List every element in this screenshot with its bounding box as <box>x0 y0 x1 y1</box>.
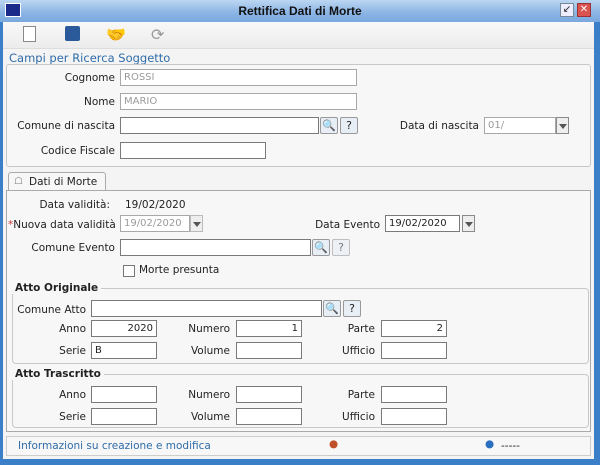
anno-input[interactable] <box>91 386 157 403</box>
parte-input[interactable] <box>381 386 447 403</box>
serie-input[interactable] <box>91 408 157 425</box>
ufficio-input[interactable] <box>381 342 447 359</box>
restore-button[interactable]: ↙ <box>560 3 574 17</box>
window-body: 🤝 ⟳ Campi per Ricerca Soggetto Cognome R… <box>3 22 594 459</box>
ufficio-label: Ufficio <box>342 411 375 423</box>
search-icon[interactable]: 🔍 <box>312 239 330 256</box>
status-bar: Informazioni su creazione e modifica ● ●… <box>6 436 591 456</box>
close-button[interactable]: ✕ <box>577 3 591 17</box>
cognome-label: Cognome <box>64 72 115 84</box>
ufficio-input[interactable] <box>381 408 447 425</box>
atto-originale-title: Atto Originale <box>12 282 102 294</box>
lookup-icon[interactable]: ? <box>340 117 358 134</box>
comune-evento-input[interactable] <box>120 239 311 256</box>
morte-presunta-label: Morte presunta <box>139 264 220 276</box>
new-document-icon[interactable] <box>23 26 36 42</box>
handshake-icon[interactable]: 🤝 <box>106 26 128 44</box>
comune-atto-input[interactable] <box>91 300 322 317</box>
atto-trascritto-title: Atto Trascritto <box>12 368 104 380</box>
comune-nascita-input[interactable] <box>120 117 319 134</box>
anno-label: Anno <box>59 389 86 401</box>
anno-input[interactable]: 2020 <box>91 320 157 337</box>
serie-label: Serie <box>59 345 86 357</box>
volume-input[interactable] <box>236 342 302 359</box>
chevron-down-icon[interactable] <box>190 215 203 232</box>
parte-label: Parte <box>347 389 375 401</box>
modified-by: ----- <box>501 440 520 452</box>
save-icon[interactable] <box>65 26 80 41</box>
search-icon[interactable]: 🔍 <box>320 117 338 134</box>
status-info-link[interactable]: Informazioni su creazione e modifica <box>18 440 211 452</box>
comune-nascita-label: Comune di nascita <box>17 120 115 132</box>
user-info-icon: ● <box>485 438 495 450</box>
search-icon[interactable]: 🔍 <box>323 300 341 317</box>
morte-presunta-checkbox[interactable] <box>123 265 135 277</box>
lookup-icon[interactable]: ? <box>343 300 361 317</box>
numero-label: Numero <box>188 323 230 335</box>
ghost-icon: ☖ <box>14 176 23 187</box>
codice-fiscale-label: Codice Fiscale <box>40 145 115 157</box>
search-section-title: Campi per Ricerca Soggetto <box>9 51 171 65</box>
nuova-data-input[interactable]: 19/02/2020 <box>120 215 190 232</box>
codice-fiscale-input[interactable] <box>120 142 266 159</box>
lookup-icon[interactable]: ? <box>332 239 350 256</box>
parte-label: Parte <box>347 323 375 335</box>
chevron-down-icon[interactable] <box>556 117 569 134</box>
tab-dati-di-morte[interactable]: Dati di Morte ☖ <box>8 172 106 191</box>
numero-label: Numero <box>188 389 230 401</box>
data-nascita-label: Data di nascita <box>399 120 479 132</box>
nome-label: Nome <box>84 96 115 108</box>
parte-input[interactable]: 2 <box>381 320 447 337</box>
window-title: Rettifica Dati di Morte <box>238 4 362 18</box>
refresh-icon[interactable]: ⟳ <box>151 26 169 44</box>
title-bar: Rettifica Dati di Morte ↙ ✕ <box>0 0 600 22</box>
nuova-data-label: Nuova data validità <box>13 219 116 231</box>
chevron-down-icon[interactable] <box>462 215 475 232</box>
cognome-input[interactable]: ROSSI <box>120 69 357 86</box>
anno-label: Anno <box>59 323 86 335</box>
data-evento-input[interactable]: 19/02/2020 <box>385 215 460 232</box>
data-nascita-input[interactable]: 01/ <box>484 117 556 134</box>
user-icon: ● <box>329 438 339 450</box>
numero-input[interactable]: 1 <box>236 320 302 337</box>
data-evento-label: Data Evento <box>315 219 380 231</box>
volume-label: Volume <box>190 411 230 423</box>
nome-input[interactable]: MARIO <box>120 93 357 110</box>
data-validita-label: Data validità: <box>39 199 110 211</box>
comune-atto-label: Comune Atto <box>17 304 86 316</box>
serie-input[interactable]: B <box>91 342 157 359</box>
volume-label: Volume <box>190 345 230 357</box>
toolbar: 🤝 ⟳ <box>3 22 594 49</box>
numero-input[interactable] <box>236 386 302 403</box>
ufficio-label: Ufficio <box>342 345 375 357</box>
volume-input[interactable] <box>236 408 302 425</box>
serie-label: Serie <box>59 411 86 423</box>
comune-evento-label: Comune Evento <box>31 242 115 254</box>
data-validita-value: 19/02/2020 <box>125 199 186 211</box>
tab-label: Dati di Morte <box>29 176 98 188</box>
